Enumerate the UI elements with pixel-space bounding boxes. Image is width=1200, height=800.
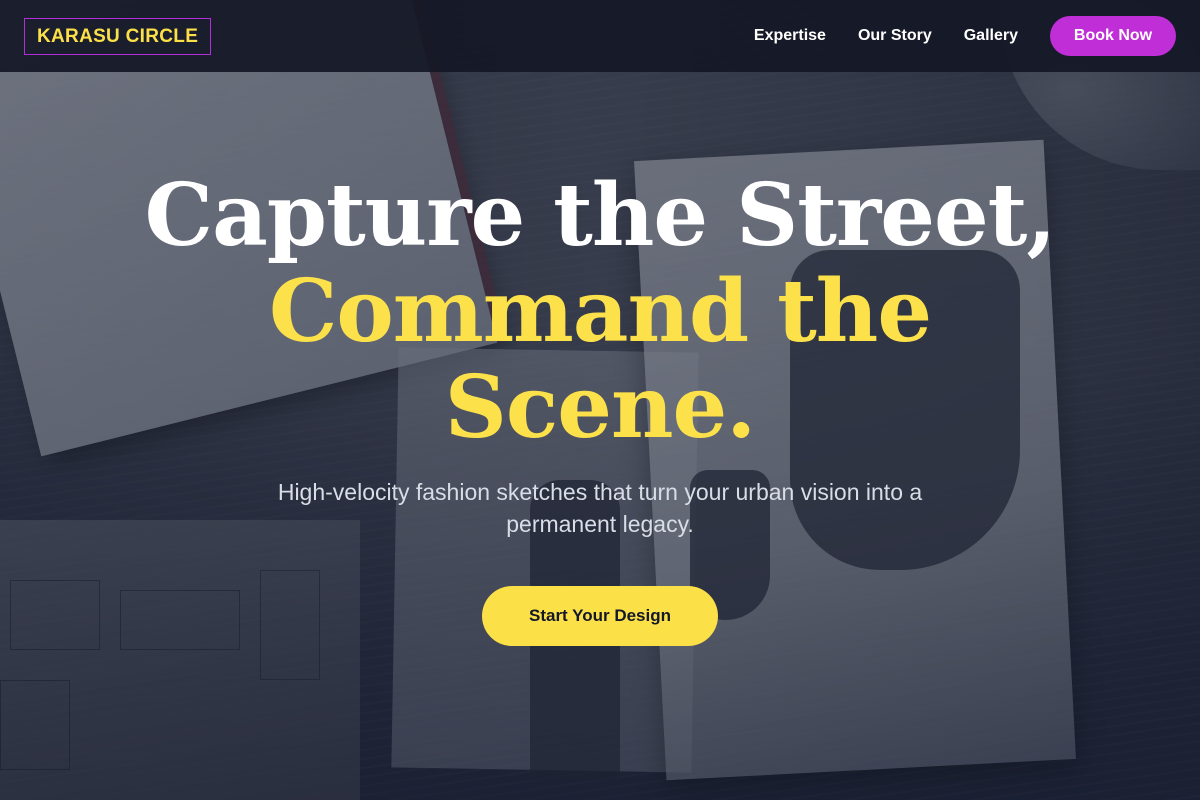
nav-link-gallery[interactable]: Gallery — [964, 27, 1018, 45]
brand-logo[interactable]: KARASU CIRCLE — [24, 17, 212, 55]
hero-subtitle: High-velocity fashion sketches that turn… — [277, 479, 923, 537]
book-now-button[interactable]: Book Now — [1050, 16, 1176, 56]
nav-link-expertise[interactable]: Expertise — [754, 27, 826, 45]
hero-headline: Capture the Street, Command the Scene. — [144, 165, 1057, 458]
hero-section: Capture the Street, Command the Scene. H… — [0, 72, 1200, 800]
top-navbar: KARASU CIRCLE Expertise Our Story Galler… — [0, 0, 1200, 72]
headline-accent-line-1: Command the — [268, 261, 932, 362]
nav-link-our-story[interactable]: Our Story — [858, 27, 932, 45]
headline-line-1: Capture the Street, — [144, 165, 1057, 266]
headline-accent-line-2: Scene. — [444, 357, 756, 458]
nav-links: Expertise Our Story Gallery Book Now — [754, 16, 1176, 56]
start-design-button[interactable]: Start Your Design — [482, 586, 718, 646]
